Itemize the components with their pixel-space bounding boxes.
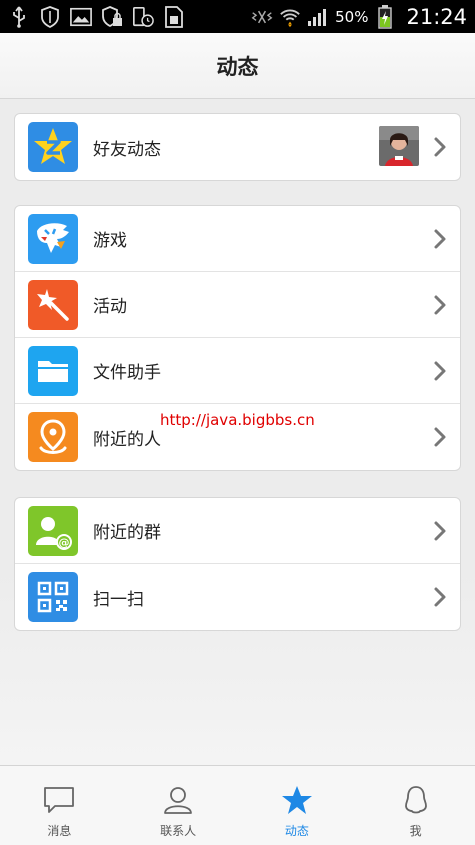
usb-icon <box>8 5 30 28</box>
page-title: 动态 <box>216 54 259 79</box>
list-item-file-assistant[interactable]: 文件助手 <box>15 338 460 404</box>
game-icon <box>28 213 78 264</box>
list-item-label: 文件助手 <box>93 363 161 383</box>
list-item-label: 游戏 <box>93 231 127 251</box>
list-item-nearby-groups[interactable]: @ 附近的群 <box>15 498 460 564</box>
chevron-right-icon <box>434 521 446 540</box>
folder-icon <box>28 345 78 396</box>
sim-card-icon <box>163 5 185 28</box>
shield-icon <box>39 5 61 28</box>
apps-card: 游戏 活动 文件助手 附近的人 <box>14 205 461 471</box>
tab-contacts[interactable]: 联系人 <box>119 766 238 845</box>
tools-card: @ 附近的群 扫一扫 <box>14 497 461 631</box>
clock-time: 21:24 <box>406 4 467 29</box>
person-icon <box>162 784 194 816</box>
list-item-label: 附近的群 <box>93 523 161 543</box>
battery-percent: 50% <box>335 7 369 26</box>
group-at-icon: @ <box>28 505 78 556</box>
tab-me[interactable]: 我 <box>356 766 475 845</box>
image-icon <box>70 6 92 28</box>
star-icon <box>281 784 313 816</box>
tab-feed[interactable]: 动态 <box>238 766 357 845</box>
avatar <box>379 126 419 166</box>
svg-text:@: @ <box>59 536 70 549</box>
list-item-label: 好友动态 <box>93 139 161 160</box>
list-item-games[interactable]: 游戏 <box>15 206 460 272</box>
watermark-text: http://java.bigbbs.cn <box>160 411 315 429</box>
battery-charging-icon <box>374 4 396 29</box>
friends-feed-card: 好友动态 <box>14 113 461 181</box>
chevron-right-icon <box>434 587 446 607</box>
tab-label: 动态 <box>284 824 309 838</box>
signal-icon <box>307 6 329 28</box>
tab-messages[interactable]: 消息 <box>0 766 119 845</box>
vibrate-icon <box>251 6 273 28</box>
title-bar: 动态 <box>0 33 475 99</box>
list-item-label: 扫一扫 <box>93 589 144 610</box>
list-item-activities[interactable]: 活动 <box>15 272 460 338</box>
list-item-label: 活动 <box>93 297 127 317</box>
list-item-label: 附近的人 <box>93 429 161 450</box>
magic-wand-icon <box>28 279 78 330</box>
location-pin-icon <box>28 412 78 462</box>
chevron-right-icon <box>434 295 446 314</box>
penguin-icon <box>400 784 432 816</box>
tab-label: 联系人 <box>160 824 197 838</box>
chevron-right-icon <box>434 229 446 248</box>
list-item-friends-feed[interactable]: 好友动态 <box>15 114 460 180</box>
star-z-icon <box>28 122 78 172</box>
qr-code-icon <box>28 572 78 622</box>
tab-label: 消息 <box>47 824 72 838</box>
list-item-scan[interactable]: 扫一扫 <box>15 564 460 630</box>
status-bar: 50% 21:24 <box>0 0 475 33</box>
wifi-icon <box>279 6 301 28</box>
chevron-right-icon <box>434 361 446 380</box>
tab-label: 我 <box>409 824 422 838</box>
bottom-tab-bar: 消息 联系人 动态 我 <box>0 765 475 845</box>
chat-bubble-icon <box>43 784 75 816</box>
secure-shield-icon <box>101 5 123 28</box>
chevron-right-icon <box>434 427 446 447</box>
content-area: 好友动态 游戏 活动 文件助手 附近的人 @ 附近的群 扫一扫 <box>0 100 475 765</box>
phone-clock-icon <box>132 6 154 28</box>
chevron-right-icon <box>434 137 446 157</box>
